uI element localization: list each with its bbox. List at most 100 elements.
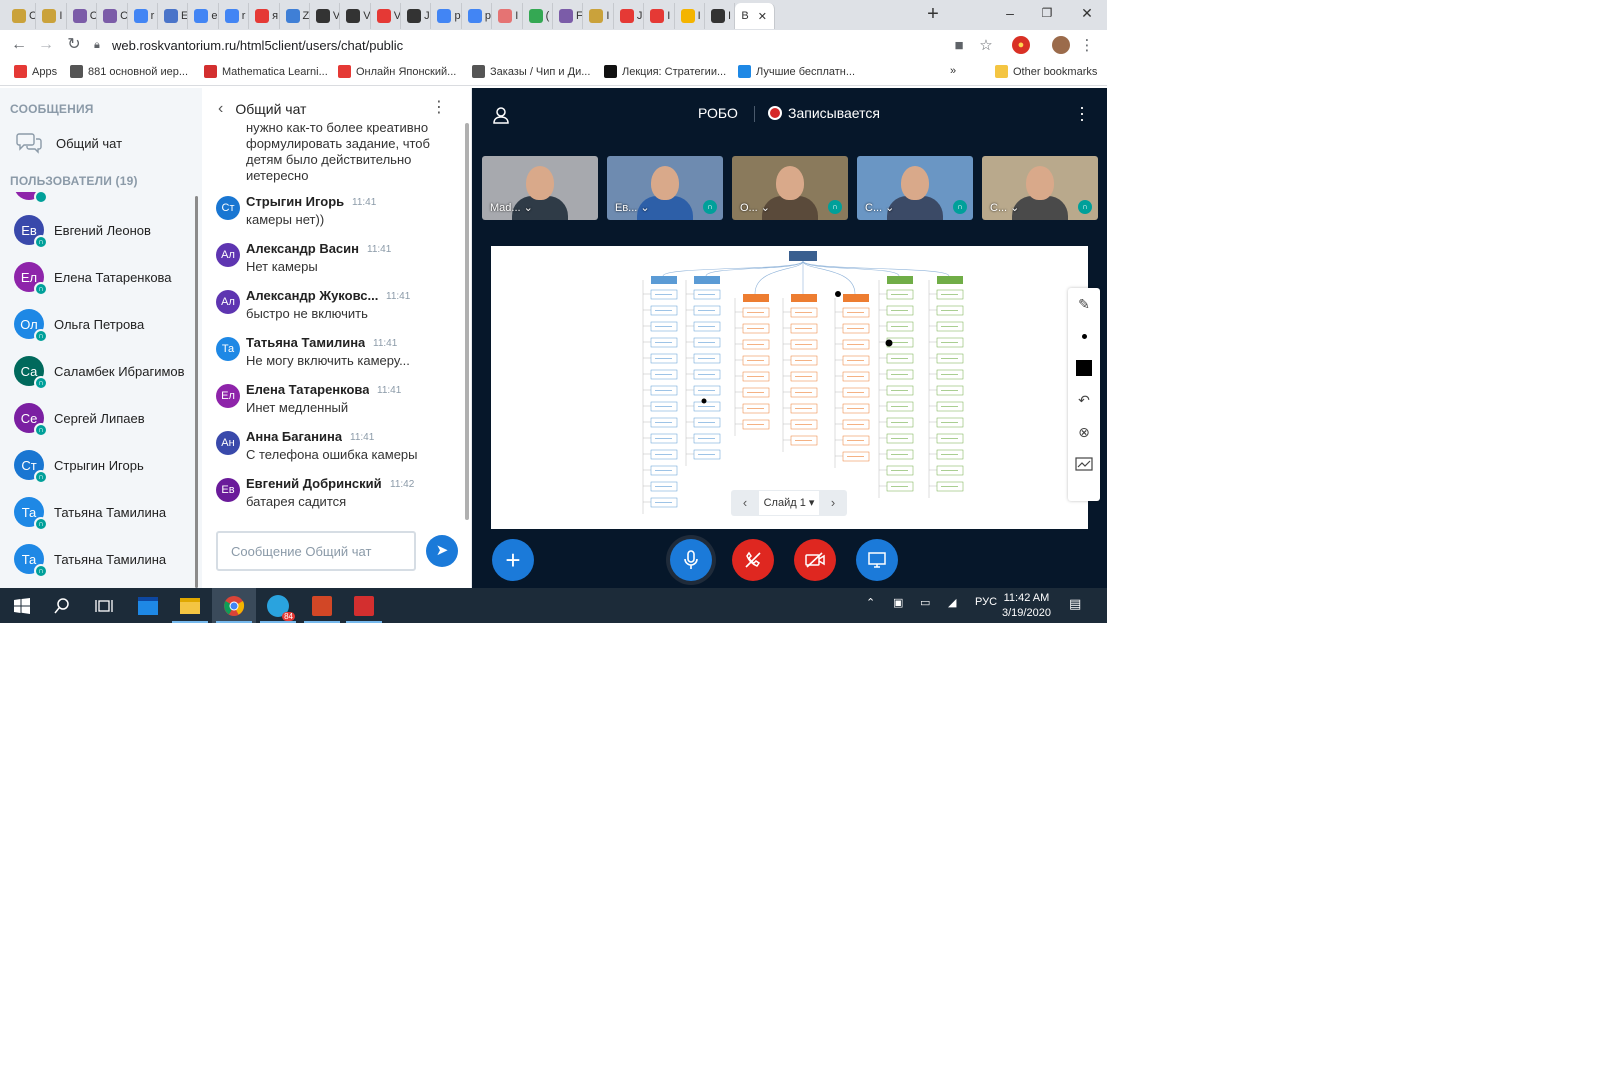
extension-icon[interactable]: ● [1012, 36, 1030, 54]
wifi-icon[interactable]: ◢ [948, 596, 956, 609]
minimize-button[interactable]: – [990, 0, 1030, 26]
users-scrollbar[interactable] [195, 196, 198, 588]
bookmark-item[interactable]: Лекция: Стратегии... [604, 65, 726, 78]
pencil-icon[interactable]: ✎ [1068, 288, 1100, 320]
chat-options-icon[interactable]: ⋮ [431, 100, 447, 116]
user-list-item[interactable]: Са ∩ Саламбек Ибрагимов [14, 356, 185, 390]
microphone-button[interactable] [670, 539, 712, 581]
browser-tab[interactable]: C [6, 3, 37, 29]
chrome-taskbar-icon[interactable] [212, 588, 256, 623]
new-tab-button[interactable]: + [920, 4, 946, 26]
close-window-button[interactable]: ✕ [1067, 0, 1107, 26]
powerpoint-icon[interactable] [300, 588, 344, 623]
browser-tab[interactable]: I [492, 3, 523, 29]
browser-tab[interactable]: p [462, 3, 493, 29]
presentation-slide[interactable]: ‹ Слайд 1 ▾ › [491, 246, 1088, 529]
user-list-item[interactable]: Ел ∩ Елена Татаренкова [14, 262, 172, 296]
webcam-name[interactable]: С... ⌄ [865, 201, 894, 214]
bookmark-item[interactable]: Заказы / Чип и Ди... [472, 65, 590, 78]
task-view-icon[interactable] [82, 588, 126, 623]
forward-icon[interactable]: → [35, 35, 57, 57]
chrome-menu-icon[interactable]: ⋮ [1076, 35, 1098, 57]
address-bar[interactable]: 🔒︎ web.roskvantorium.ru/html5client/user… [94, 33, 974, 57]
send-icon[interactable]: ➤ [426, 535, 458, 567]
tray-chevron-up-icon[interactable]: ⌃ [866, 596, 875, 609]
clock[interactable]: 11:42 AM 3/19/2020 [1002, 591, 1051, 621]
user-list-item[interactable]: Ол ∩ Ольга Петрова [14, 309, 144, 343]
bookmark-item[interactable]: 881 основной иер... [70, 65, 188, 78]
screen-share-button[interactable] [856, 539, 898, 581]
recording-indicator[interactable]: Записывается [768, 105, 880, 121]
browser-tab[interactable]: p [431, 3, 462, 29]
options-menu-icon[interactable]: · · · [1077, 98, 1087, 128]
search-icon[interactable] [40, 588, 84, 623]
user-list-item[interactable]: Ев ∩ Евгений Леонов [14, 215, 151, 249]
user-list-item[interactable]: Та ∩ Татьяна Тамилина [14, 497, 166, 531]
browser-tab[interactable]: I [583, 3, 614, 29]
browser-tab[interactable]: C [97, 3, 128, 29]
actions-plus-button[interactable]: + [492, 539, 534, 581]
profile-avatar[interactable] [1052, 36, 1070, 54]
maximize-button[interactable]: ❐ [1027, 0, 1067, 26]
chat-header[interactable]: ‹ Общий чат [218, 100, 306, 118]
prev-slide-button[interactable]: ‹ [731, 490, 759, 516]
browser-tab[interactable]: E [158, 3, 189, 29]
undo-icon[interactable]: ↶ [1068, 384, 1100, 416]
bookmark-item[interactable]: Лучшие бесплатн... [738, 65, 855, 78]
bookmark-item[interactable]: Mathematica Learni... [204, 65, 328, 78]
reload-icon[interactable]: ↻ [63, 35, 85, 57]
close-tab-icon[interactable]: ✕ [758, 10, 767, 23]
thickness-dot-icon[interactable] [1068, 320, 1100, 352]
browser-tab[interactable]: C [67, 3, 98, 29]
user-list-item[interactable]: Се ∩ Сергей Липаев [14, 403, 145, 437]
browser-tab[interactable]: F [553, 3, 584, 29]
tray-device-icon[interactable]: ▣ [893, 596, 903, 609]
windows-start-icon[interactable] [0, 588, 44, 623]
chat-message-input[interactable]: Сообщение Общий чат [216, 531, 416, 571]
bookmark-item[interactable]: Онлайн Японский... [338, 65, 456, 78]
user-list-item[interactable]: Ст ∩ Стрыгин Игорь [14, 450, 144, 484]
slide-select[interactable]: Слайд 1 ▾ [759, 491, 819, 515]
webcam-tile[interactable]: С... ⌄ ∩ [982, 156, 1098, 220]
calendar-app-icon[interactable] [126, 588, 170, 623]
webcam-name[interactable]: Ев... ⌄ [615, 201, 650, 214]
other-bookmarks[interactable]: Other bookmarks [995, 65, 1097, 78]
browser-tab[interactable]: e [188, 3, 219, 29]
webcam-tile[interactable]: Ев... ⌄ ∩ [607, 156, 723, 220]
chevron-left-icon[interactable]: ‹ [218, 100, 223, 118]
browser-tab[interactable]: r [219, 3, 250, 29]
telegram-icon[interactable]: 84 [256, 588, 300, 623]
bookmark-item[interactable]: Apps [14, 65, 57, 78]
notifications-icon[interactable]: ▤ [1069, 596, 1081, 612]
browser-tab[interactable]: V [310, 3, 341, 29]
language-indicator[interactable]: РУС [975, 596, 997, 608]
back-icon[interactable]: ← [8, 35, 30, 57]
clear-icon[interactable]: ⊗ [1068, 416, 1100, 448]
webcam-name[interactable]: Mad... ⌄ [490, 201, 533, 214]
browser-tab[interactable]: я [249, 3, 280, 29]
browser-tab[interactable]: I [675, 3, 705, 29]
browser-tab[interactable]: I [705, 3, 736, 29]
user-icon[interactable] [492, 106, 510, 124]
chat-scrollbar[interactable] [465, 123, 469, 520]
webcam-name[interactable]: О... ⌄ [740, 201, 770, 214]
multiuser-icon[interactable] [1068, 448, 1100, 480]
bookmarks-overflow-button[interactable]: » [950, 65, 956, 77]
battery-icon[interactable]: ▭ [920, 596, 930, 609]
next-slide-button[interactable]: › [819, 490, 847, 516]
browser-tab[interactable]: J [401, 3, 432, 29]
browser-tab[interactable]: V [371, 3, 402, 29]
file-explorer-icon[interactable] [168, 588, 212, 623]
browser-tab[interactable]: r [128, 3, 158, 29]
webcam-tile[interactable]: О... ⌄ ∩ [732, 156, 848, 220]
webcam-tile[interactable]: Mad... ⌄ [482, 156, 598, 220]
browser-tab[interactable]: I [36, 3, 67, 29]
webcam-name[interactable]: С... ⌄ [990, 201, 1019, 214]
public-chat-link[interactable]: Общий чат [16, 132, 122, 154]
browser-tab[interactable]: V [340, 3, 371, 29]
active-browser-tab[interactable]: B ✕ [735, 3, 776, 29]
camera-blocked-icon[interactable]: ■ [948, 35, 970, 57]
user-list-item[interactable]: Та ∩ Татьяна Тамилина [14, 544, 166, 578]
browser-tab[interactable]: ( [523, 3, 554, 29]
webcam-off-button[interactable] [794, 539, 836, 581]
